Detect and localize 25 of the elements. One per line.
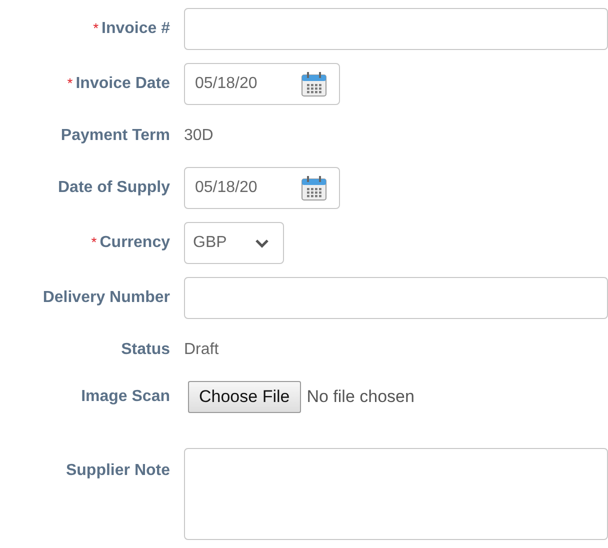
- choose-file-button[interactable]: Choose File: [188, 381, 301, 413]
- file-status: No file chosen: [306, 387, 414, 407]
- required-mark: *: [91, 234, 97, 250]
- field-label: Image Scan: [81, 388, 170, 406]
- field-label: Supplier Note: [66, 462, 170, 480]
- input-field[interactable]: [184, 277, 608, 319]
- required-mark: *: [67, 75, 73, 91]
- field-value: Draft: [184, 341, 220, 359]
- field-label: Invoice #: [102, 20, 170, 38]
- calendar-icon[interactable]: [301, 71, 327, 97]
- field-label: Invoice Date: [76, 75, 170, 93]
- note-field[interactable]: [184, 448, 608, 540]
- chevron-down-icon: [255, 238, 269, 248]
- date-field[interactable]: 05/18/20: [184, 167, 340, 209]
- field-label: Date of Supply: [58, 179, 170, 197]
- date-field[interactable]: 05/18/20: [184, 63, 340, 105]
- field-label: Payment Term: [60, 127, 170, 145]
- field-label: Currency: [100, 234, 170, 252]
- currency-dropdown[interactable]: GBP: [184, 222, 284, 264]
- field-label: Delivery Number: [42, 289, 170, 307]
- input-field[interactable]: [184, 8, 608, 50]
- required-mark: *: [93, 20, 99, 36]
- calendar-icon[interactable]: [301, 175, 327, 201]
- field-value: 30D: [184, 127, 214, 145]
- field-label: Status: [121, 341, 170, 359]
